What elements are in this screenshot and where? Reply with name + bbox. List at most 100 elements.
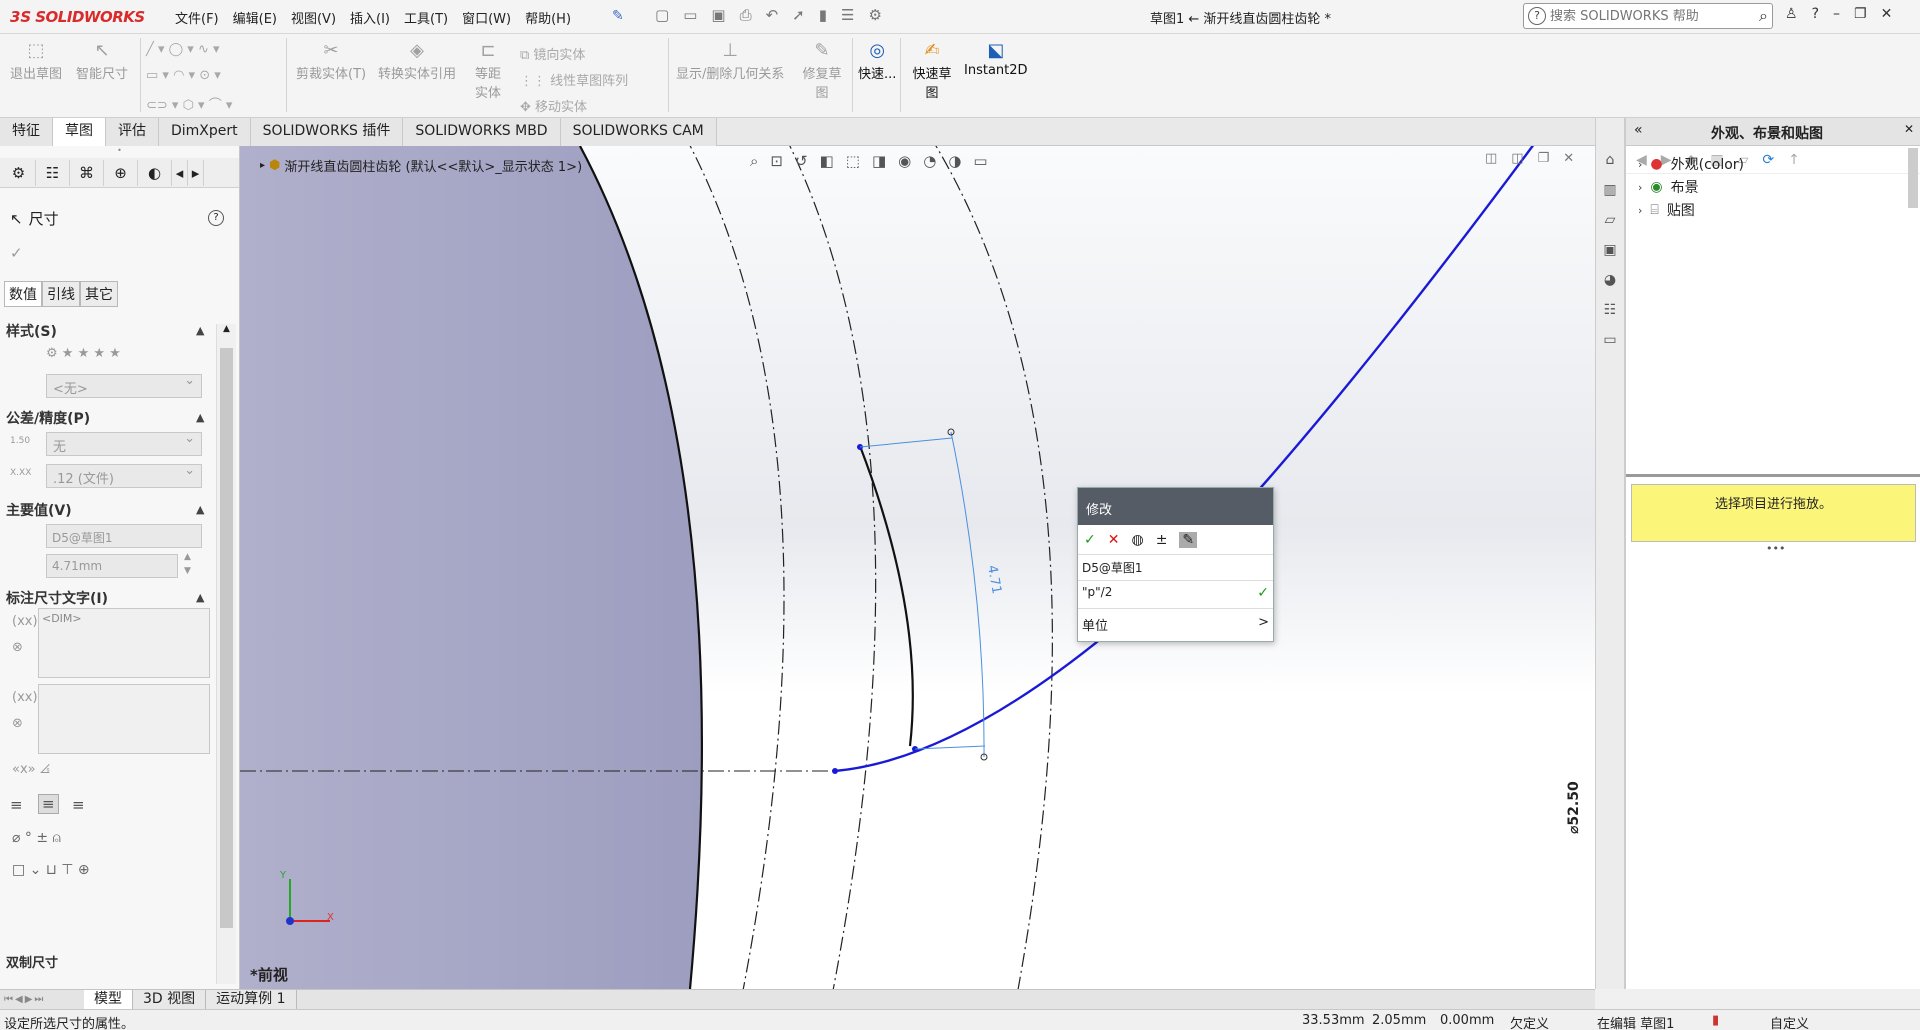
- rapid-sketch-button[interactable]: ✍ 快速草图: [910, 40, 954, 101]
- view-palette-icon[interactable]: ▣: [1599, 242, 1621, 264]
- tab-sketch[interactable]: 草图: [53, 118, 106, 146]
- primary-value-name-field[interactable]: D5@草图1: [46, 524, 202, 548]
- mirror-entities-button[interactable]: ⧉ 镜向实体: [520, 44, 585, 63]
- units-menu[interactable]: 单位 >: [1078, 609, 1273, 637]
- primary-value-field[interactable]: 4.71mm: [46, 554, 178, 578]
- precision-dropdown[interactable]: .12 (文件): [46, 463, 202, 488]
- dimtext-remove-icon[interactable]: ⊗: [12, 640, 23, 655]
- pin-icon[interactable]: ✎: [612, 8, 624, 24]
- dimension-text-area-below[interactable]: [38, 684, 210, 754]
- file-properties-icon[interactable]: ☰: [841, 6, 854, 24]
- first-tab-icon[interactable]: ⏮: [4, 994, 13, 1005]
- symbol-icons-row1[interactable]: ⌀ ° ± ⍝: [12, 830, 61, 846]
- style-dropdown[interactable]: <无>: [46, 373, 202, 398]
- tree-item-appearances[interactable]: › ● 外观(color): [1638, 154, 1744, 174]
- repair-sketch-button[interactable]: ✎ 修复草图: [800, 40, 844, 101]
- sketch-point[interactable]: [832, 768, 838, 774]
- subtab-value[interactable]: 数值: [4, 281, 42, 307]
- last-tab-icon[interactable]: ⏭: [34, 994, 43, 1005]
- scroll-thumb[interactable]: [220, 348, 233, 928]
- tab-dimxpert[interactable]: DimXpert: [159, 118, 251, 146]
- task-pane-scrollbar[interactable]: [1908, 148, 1918, 208]
- scroll-left-icon[interactable]: ◂: [172, 159, 188, 186]
- hide-show-icon[interactable]: ◉: [898, 152, 911, 170]
- slot-tools[interactable]: ⊂⊃ ▾ ⬡ ▾ ⌒ ▾: [146, 94, 232, 113]
- dimtext-add-icon[interactable]: (xx): [12, 690, 38, 705]
- forum-icon[interactable]: ▭: [1599, 332, 1621, 354]
- style-section-header[interactable]: 样式(S): [6, 321, 57, 341]
- ok-check-icon[interactable]: ✓: [10, 244, 23, 262]
- search-icon[interactable]: ⌕: [1759, 6, 1772, 26]
- view-orientation-icon[interactable]: ⬚: [846, 152, 860, 170]
- viewport-restore-icon[interactable]: ❐: [1538, 151, 1550, 166]
- dimxpert-manager-icon[interactable]: ⊕: [104, 159, 138, 186]
- collapse-icon[interactable]: ▲: [196, 324, 204, 337]
- primary-value-section-header[interactable]: 主要值(V): [6, 500, 72, 520]
- resize-grip-icon[interactable]: •••: [1766, 542, 1785, 555]
- previous-view-icon[interactable]: ↺: [795, 152, 808, 170]
- menu-window[interactable]: 窗口(W): [462, 8, 511, 27]
- pane-splitter[interactable]: [1626, 474, 1920, 477]
- custom-properties-icon[interactable]: ☷: [1599, 302, 1621, 324]
- smart-dimension-button[interactable]: ↖ 智能尺寸: [76, 40, 128, 82]
- tolerance-type-dropdown[interactable]: 无: [46, 431, 202, 456]
- modify-dialog-title[interactable]: 修改: [1078, 488, 1273, 525]
- menu-edit[interactable]: 编辑(E): [233, 8, 277, 27]
- offset-entities-button[interactable]: ⊏ 等距实体: [470, 40, 506, 101]
- align-left-icon[interactable]: ≡: [10, 796, 23, 814]
- tab-evaluate[interactable]: 评估: [106, 118, 159, 146]
- collapse-pane-icon[interactable]: «: [1634, 122, 1643, 138]
- menu-file[interactable]: 文件(F): [175, 8, 219, 27]
- collapse-icon[interactable]: ▲: [196, 411, 204, 424]
- up-icon[interactable]: ↑: [1788, 152, 1800, 168]
- tree-item-scenes[interactable]: › ◉ 布景: [1638, 177, 1699, 197]
- minimize-icon[interactable]: –: [1833, 6, 1840, 22]
- user-icon[interactable]: ♙: [1785, 6, 1798, 22]
- modify-value-input[interactable]: "p"/2 ✓: [1078, 581, 1273, 609]
- dimension-text-section-header[interactable]: 标注尺寸文字(I): [6, 588, 108, 608]
- confirm-check-icon[interactable]: ✓: [1084, 532, 1096, 548]
- dual-dimension-section[interactable]: 双制尺寸: [6, 952, 58, 971]
- align-right-icon[interactable]: ≡: [72, 796, 85, 814]
- help-icon[interactable]: ?: [208, 210, 224, 226]
- rebuild-traffic-light-icon[interactable]: ◍: [1131, 532, 1143, 548]
- refresh-icon[interactable]: ⟳: [1762, 152, 1774, 168]
- tab-mbd[interactable]: SOLIDWORKS MBD: [403, 118, 561, 146]
- tolerance-section-header[interactable]: 公差/精度(P): [6, 408, 90, 428]
- scroll-up-icon[interactable]: ▲: [217, 324, 236, 334]
- view-settings-icon[interactable]: ▭: [973, 152, 987, 170]
- spin-up-icon[interactable]: ▲: [184, 552, 191, 562]
- undo-icon[interactable]: ↶: [766, 6, 779, 24]
- scroll-right-icon[interactable]: ▸: [188, 159, 204, 186]
- tab-features[interactable]: 特征: [0, 118, 53, 146]
- mark-for-drawing-icon[interactable]: ✎: [1179, 531, 1198, 548]
- tab-model[interactable]: 模型: [84, 989, 133, 1010]
- search-input[interactable]: [1550, 8, 1756, 24]
- viewport-right-icon[interactable]: ◫: [1511, 151, 1523, 166]
- panel-scrollbar[interactable]: ▲: [216, 324, 236, 984]
- exit-sketch-button[interactable]: ⬚ 退出草图: [10, 40, 62, 82]
- tab-motion-study[interactable]: 运动算例 1: [206, 989, 297, 1010]
- instant2d-button[interactable]: ⬕ Instant2D: [964, 40, 1028, 78]
- design-library-icon[interactable]: ▥: [1599, 182, 1621, 204]
- edit-appearance-icon[interactable]: ◔: [923, 152, 936, 170]
- accept-check-icon[interactable]: ✓: [1257, 585, 1269, 604]
- tree-item-decals[interactable]: › ⌸ 贴图: [1638, 200, 1695, 220]
- viewport-close-icon[interactable]: ✕: [1563, 151, 1574, 166]
- close-pane-icon[interactable]: ✕: [1904, 122, 1914, 136]
- apply-scene-icon[interactable]: ◑: [948, 152, 961, 170]
- open-icon[interactable]: ▭: [683, 6, 697, 24]
- quick-snaps-button[interactable]: ◎ 快速...: [858, 40, 896, 82]
- collapse-icon[interactable]: ▲: [196, 591, 204, 604]
- subtab-other[interactable]: 其它: [80, 281, 118, 307]
- save-icon[interactable]: ▣: [711, 6, 725, 24]
- dimtext-add-icon[interactable]: (xx): [12, 614, 38, 629]
- appearances-icon[interactable]: ◕: [1599, 272, 1621, 294]
- rebuild-icon[interactable]: ▮: [819, 6, 827, 24]
- display-style-icon[interactable]: ◨: [872, 152, 886, 170]
- text-options-icons[interactable]: «x» ⦞: [12, 762, 50, 777]
- show-hide-relations-button[interactable]: ⊥ 显示/删除几何关系: [676, 40, 784, 82]
- display-manager-icon[interactable]: ◐: [138, 159, 172, 186]
- collapse-icon[interactable]: ▲: [196, 503, 204, 516]
- print-icon[interactable]: ⎙: [740, 6, 752, 24]
